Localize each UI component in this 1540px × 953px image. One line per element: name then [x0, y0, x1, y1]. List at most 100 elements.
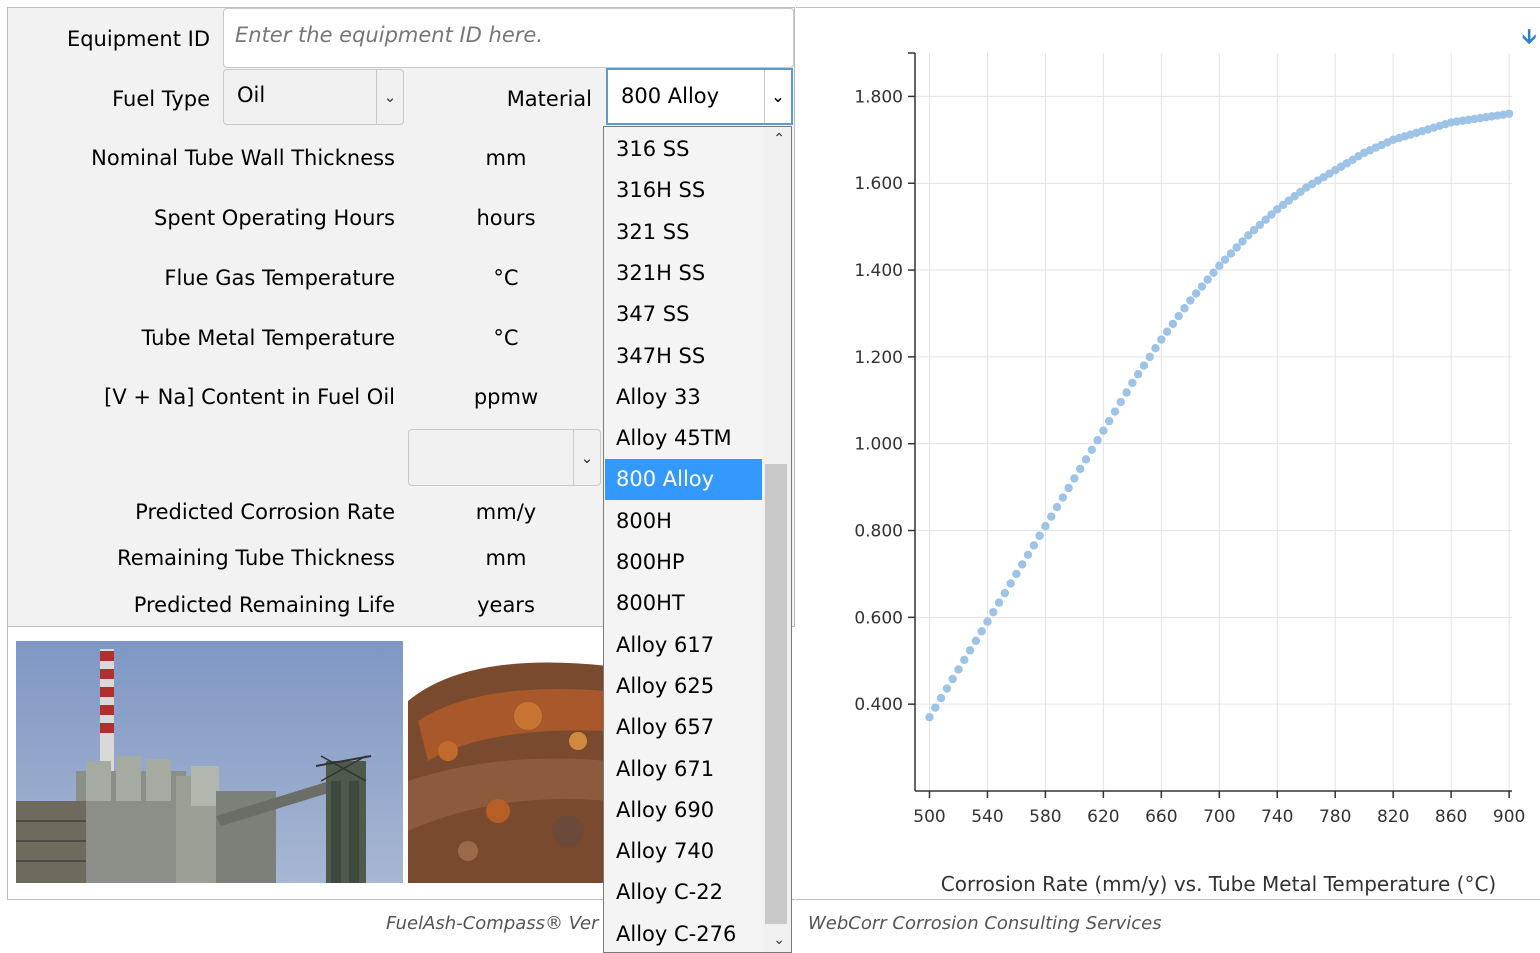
- data-point-interp: [1087, 445, 1096, 454]
- data-point-interp: [942, 684, 952, 693]
- corrosion-rate-label: Predicted Corrosion Rate: [135, 500, 395, 524]
- data-point: [1157, 335, 1166, 344]
- tube-metal-temp-unit: °C: [493, 326, 519, 350]
- scroll-up-icon[interactable]: ⌃: [773, 131, 785, 147]
- data-point-interp: [1226, 249, 1236, 258]
- data-point-interp: [1035, 531, 1044, 540]
- extra-select[interactable]: ⌄: [408, 429, 601, 486]
- data-point-interp: [1232, 243, 1241, 252]
- material-label: Material: [506, 87, 592, 111]
- chevron-down-icon: ⌄: [376, 70, 403, 124]
- x-tick-label: 620: [1087, 807, 1119, 827]
- data-point-interp: [960, 655, 969, 665]
- data-point-interp: [936, 693, 946, 703]
- material-option[interactable]: 800HT: [605, 583, 762, 624]
- data-point: [1128, 378, 1137, 388]
- material-option[interactable]: Alloy 690: [605, 790, 762, 831]
- v-na-content-label: [V + Na] Content in Fuel Oil: [104, 385, 395, 409]
- material-select[interactable]: 800 Alloy ⌄: [606, 68, 793, 125]
- data-point-interp: [965, 646, 975, 655]
- material-option[interactable]: 316H SS: [605, 170, 762, 211]
- data-point-interp: [1203, 275, 1212, 284]
- y-tick-label: 1.400: [854, 261, 903, 281]
- data-point-interp: [1058, 493, 1068, 502]
- data-point-interp: [1052, 502, 1062, 512]
- fuel-type-label: Fuel Type: [112, 87, 210, 111]
- material-option[interactable]: Alloy C-22: [605, 872, 762, 913]
- material-option[interactable]: 321H SS: [605, 253, 762, 294]
- data-point-interp: [1197, 282, 1207, 291]
- data-point-interp: [1093, 436, 1102, 445]
- material-option[interactable]: Alloy 33: [605, 377, 762, 418]
- tube-metal-temp-label: Tube Metal Temperature: [141, 326, 395, 350]
- material-dropdown-list[interactable]: ⌃ ⌄ 316 SS 316H SS 321 SS 321H SS 347 SS 347H…: [603, 126, 792, 953]
- operating-hours-label: Spent Operating Hours: [154, 206, 395, 230]
- data-point-interp: [994, 598, 1004, 607]
- remaining-life-unit: years: [477, 593, 535, 617]
- footer-left: FuelAsh-Compass® Ver: [386, 913, 599, 934]
- equipment-id-input[interactable]: Enter the equipment ID here.: [223, 8, 794, 68]
- data-point-interp: [1180, 304, 1189, 313]
- data-point-interp: [1110, 407, 1120, 416]
- data-point-interp: [1006, 579, 1015, 588]
- material-option[interactable]: Alloy 740: [605, 831, 762, 872]
- download-icon[interactable]: 🡫: [1522, 22, 1536, 56]
- material-option[interactable]: 800H: [605, 501, 762, 542]
- y-tick-label: 0.600: [854, 608, 903, 628]
- data-point: [954, 665, 963, 674]
- y-tick-label: 0.800: [854, 522, 903, 542]
- data-point-interp: [1174, 311, 1183, 321]
- data-point-interp: [1000, 588, 1010, 598]
- data-point: [1099, 426, 1108, 435]
- data-point-interp: [1081, 455, 1091, 464]
- data-point-interp: [971, 636, 981, 645]
- material-value: 800 Alloy: [621, 84, 720, 108]
- x-tick-label: 540: [971, 807, 1003, 827]
- material-option[interactable]: 321 SS: [605, 212, 762, 253]
- nominal-thickness-label: Nominal Tube Wall Thickness: [91, 146, 395, 170]
- chart-title: Corrosion Rate (mm/y) vs. Tube Metal Tem…: [941, 872, 1496, 896]
- y-tick-label: 1.600: [854, 174, 903, 194]
- fuel-type-value: Oil: [237, 83, 266, 107]
- material-option[interactable]: 800HP: [605, 542, 762, 583]
- dropdown-scrollbar[interactable]: ⌃ ⌄: [763, 127, 791, 952]
- x-tick-label: 660: [1145, 807, 1177, 827]
- fuel-type-select[interactable]: Oil ⌄: [223, 69, 404, 125]
- y-tick-label: 1.000: [854, 435, 903, 455]
- x-tick-label: 780: [1319, 807, 1351, 827]
- data-point: [1070, 474, 1079, 483]
- material-option[interactable]: Alloy 671: [605, 749, 762, 790]
- data-point-interp: [1168, 319, 1178, 329]
- plant-photo: [16, 641, 403, 883]
- data-point-interp: [1145, 352, 1154, 362]
- data-point-interp: [1029, 541, 1039, 550]
- x-tick-label: 860: [1435, 807, 1467, 827]
- scrollbar-thumb[interactable]: [765, 464, 787, 924]
- remaining-life-label: Predicted Remaining Life: [133, 593, 395, 617]
- data-point-interp: [1133, 370, 1143, 379]
- scroll-down-icon[interactable]: ⌄: [773, 932, 785, 948]
- equipment-id-placeholder: Enter the equipment ID here.: [235, 23, 543, 47]
- data-point-interp: [1191, 289, 1201, 298]
- chevron-down-icon: ⌄: [764, 70, 791, 123]
- x-tick-label: 700: [1203, 807, 1235, 827]
- corrosion-rate-unit: mm/y: [475, 500, 537, 524]
- material-option[interactable]: Alloy 617: [605, 625, 762, 666]
- material-option[interactable]: Alloy 45TM: [605, 418, 762, 459]
- material-option[interactable]: Alloy 657: [605, 707, 762, 748]
- material-option[interactable]: 316 SS: [605, 129, 762, 170]
- flue-gas-temp-label: Flue Gas Temperature: [164, 266, 395, 290]
- material-option[interactable]: 800 Alloy: [605, 459, 762, 501]
- flue-gas-temp-unit: °C: [493, 266, 519, 290]
- material-option[interactable]: Alloy 625: [605, 666, 762, 707]
- material-option[interactable]: 347H SS: [605, 336, 762, 377]
- data-point-interp: [1162, 327, 1172, 336]
- x-tick-label: 820: [1377, 807, 1409, 827]
- data-point-interp: [1122, 388, 1131, 397]
- material-option[interactable]: Alloy C-276: [605, 914, 762, 952]
- x-tick-label: 740: [1261, 807, 1293, 827]
- chevron-down-icon: ⌄: [573, 430, 600, 485]
- data-point-interp: [1075, 464, 1085, 474]
- x-tick-label: 580: [1029, 807, 1061, 827]
- material-option[interactable]: 347 SS: [605, 294, 762, 335]
